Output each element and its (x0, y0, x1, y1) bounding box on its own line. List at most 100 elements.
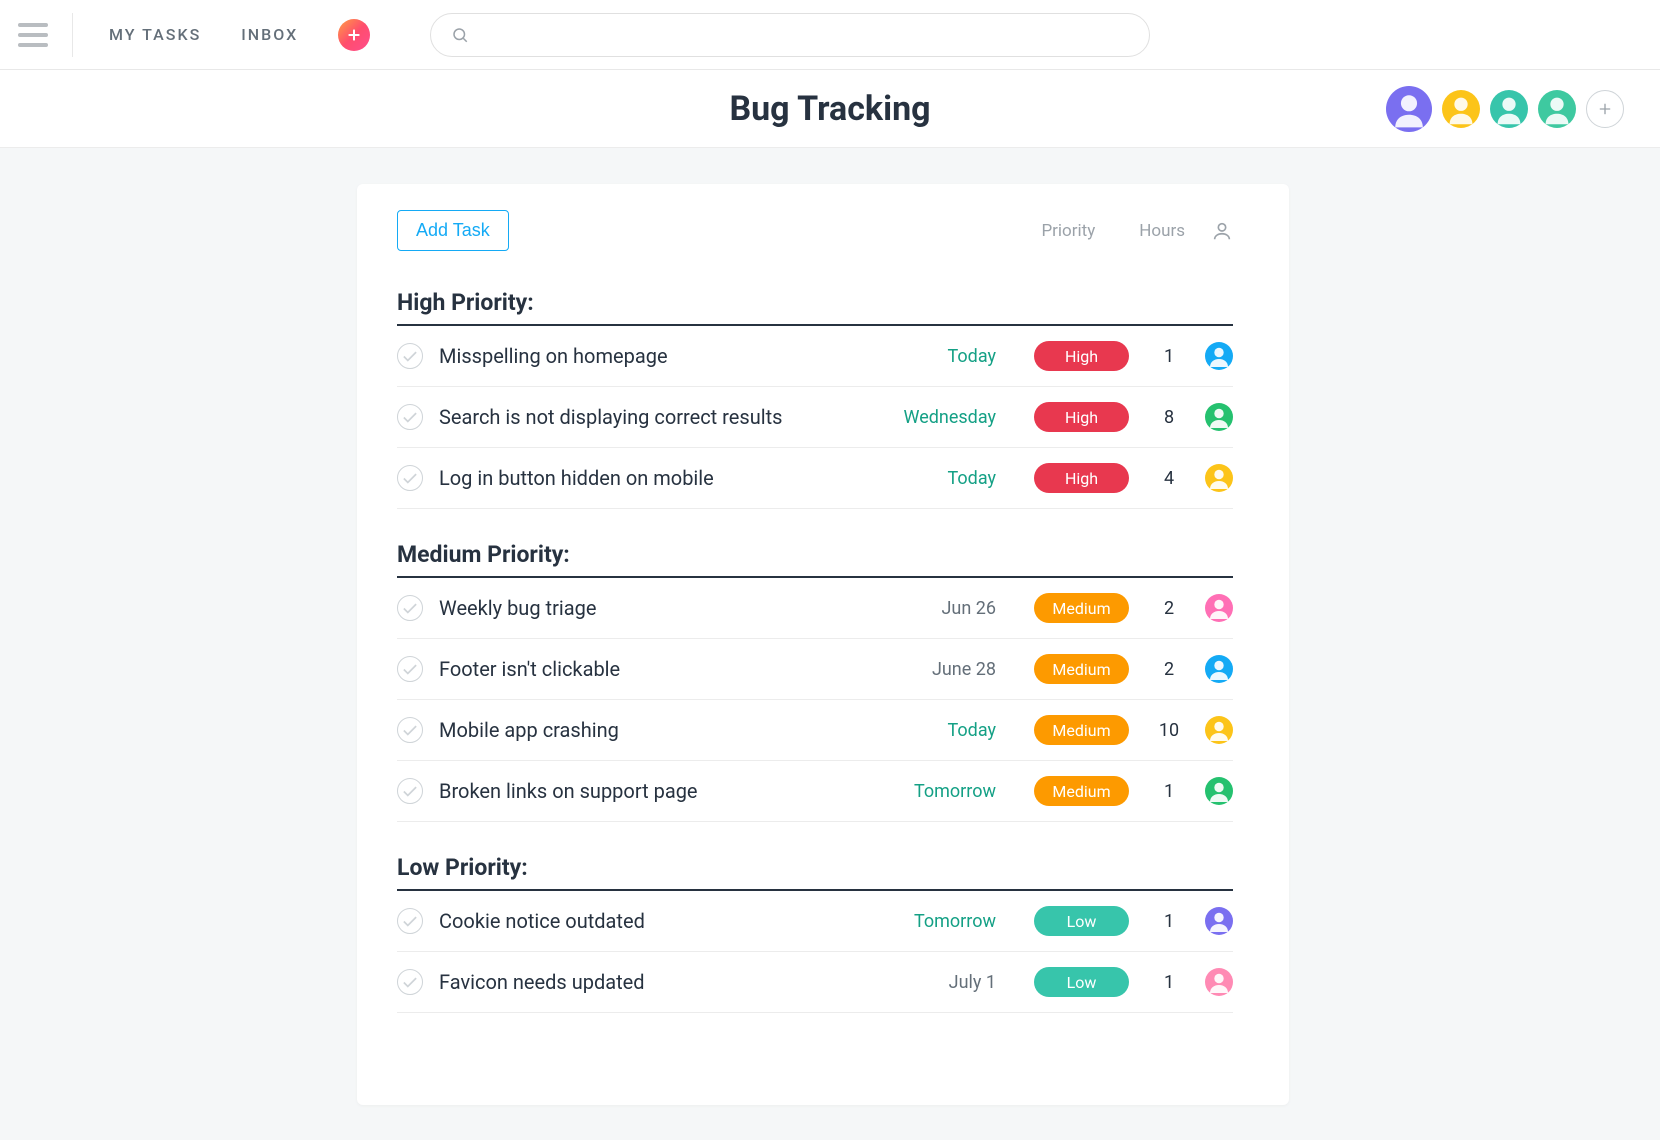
search-field[interactable] (430, 13, 1150, 57)
task-row[interactable]: Broken links on support pageTomorrow Medi… (397, 761, 1233, 822)
priority-pill: Medium (1034, 654, 1129, 684)
task-hours: 1 (1139, 911, 1199, 932)
task-due-date: Today (866, 468, 996, 489)
task-assignee-avatar[interactable] (1205, 403, 1233, 431)
plus-icon (1597, 101, 1613, 117)
task-hours: 4 (1139, 468, 1199, 489)
task-section: Low Priority:Cookie notice outdatedTomor… (397, 854, 1233, 1013)
task-hours: 8 (1139, 407, 1199, 428)
task-title: Misspelling on homepage (439, 344, 866, 368)
check-icon (403, 412, 417, 423)
priority-pill: Medium (1034, 776, 1129, 806)
task-hours: 1 (1139, 781, 1199, 802)
task-assignee-avatar[interactable] (1205, 342, 1233, 370)
member-avatar[interactable] (1490, 90, 1528, 128)
task-assignee-avatar[interactable] (1205, 907, 1233, 935)
task-title: Log in button hidden on mobile (439, 466, 866, 490)
column-header-hours: Hours (1139, 221, 1185, 241)
task-row[interactable]: Footer isn't clickableJune 28 Medium 2 (397, 639, 1233, 700)
task-hours: 1 (1139, 346, 1199, 367)
page-title: Bug Tracking (729, 89, 930, 129)
nav-inbox[interactable]: INBOX (241, 25, 298, 44)
task-title: Broken links on support page (439, 779, 866, 803)
task-hours: 1 (1139, 972, 1199, 993)
task-section: Medium Priority: Weekly bug triageJun 26 M… (397, 541, 1233, 822)
complete-task-checkbox[interactable] (397, 656, 423, 682)
priority-pill: High (1034, 463, 1129, 493)
task-assignee-avatar[interactable] (1205, 464, 1233, 492)
add-button[interactable] (338, 19, 370, 51)
column-header-priority: Priority (1041, 221, 1095, 241)
check-icon (403, 786, 417, 797)
check-icon (403, 473, 417, 484)
section-title: Low Priority: (397, 854, 1233, 891)
task-title: Weekly bug triage (439, 596, 866, 620)
assignee-column-icon (1211, 220, 1233, 242)
task-row[interactable]: Favicon needs updatedJuly 1 Low 1 (397, 952, 1233, 1013)
task-hours: 2 (1139, 659, 1199, 680)
hamburger-menu-icon[interactable] (18, 18, 52, 52)
task-due-date: Today (866, 346, 996, 367)
check-icon (403, 351, 417, 362)
complete-task-checkbox[interactable] (397, 343, 423, 369)
task-title: Favicon needs updated (439, 970, 866, 994)
task-due-date: Tomorrow (866, 781, 996, 802)
subheader: Bug Tracking (0, 70, 1660, 148)
priority-pill: Low (1034, 967, 1129, 997)
check-icon (403, 603, 417, 614)
task-title: Search is not displaying correct results (439, 405, 866, 429)
member-avatar[interactable] (1442, 90, 1480, 128)
task-row[interactable]: Log in button hidden on mobileToday High 4 (397, 448, 1233, 509)
task-title: Mobile app crashing (439, 718, 866, 742)
task-due-date: July 1 (866, 972, 996, 993)
task-assignee-avatar[interactable] (1205, 655, 1233, 683)
task-due-date: Jun 26 (866, 598, 996, 619)
complete-task-checkbox[interactable] (397, 465, 423, 491)
priority-pill: High (1034, 402, 1129, 432)
task-card: Add Task Priority Hours High Priority:Mi… (357, 184, 1289, 1105)
task-hours: 10 (1139, 720, 1199, 741)
task-assignee-avatar[interactable] (1205, 777, 1233, 805)
task-row[interactable]: Cookie notice outdatedTomorrow Low 1 (397, 891, 1233, 952)
task-title: Cookie notice outdated (439, 909, 866, 933)
task-hours: 2 (1139, 598, 1199, 619)
check-icon (403, 916, 417, 927)
check-icon (403, 664, 417, 675)
add-task-button[interactable]: Add Task (397, 210, 509, 251)
complete-task-checkbox[interactable] (397, 908, 423, 934)
member-avatar[interactable] (1538, 90, 1576, 128)
priority-pill: Low (1034, 906, 1129, 936)
task-section: High Priority:Misspelling on homepageTod… (397, 289, 1233, 509)
canvas: Add Task Priority Hours High Priority:Mi… (0, 148, 1660, 1140)
card-header: Add Task Priority Hours (397, 210, 1233, 251)
priority-pill: Medium (1034, 593, 1129, 623)
priority-pill: Medium (1034, 715, 1129, 745)
task-title: Footer isn't clickable (439, 657, 866, 681)
topbar: MY TASKS INBOX (0, 0, 1660, 70)
project-members (1386, 86, 1624, 132)
priority-pill: High (1034, 341, 1129, 371)
complete-task-checkbox[interactable] (397, 404, 423, 430)
task-due-date: Tomorrow (866, 911, 996, 932)
complete-task-checkbox[interactable] (397, 595, 423, 621)
task-row[interactable]: Weekly bug triageJun 26 Medium 2 (397, 578, 1233, 639)
add-member-button[interactable] (1586, 90, 1624, 128)
task-due-date: Wednesday (866, 407, 996, 428)
complete-task-checkbox[interactable] (397, 778, 423, 804)
task-row[interactable]: Search is not displaying correct results… (397, 387, 1233, 448)
task-assignee-avatar[interactable] (1205, 716, 1233, 744)
task-assignee-avatar[interactable] (1205, 594, 1233, 622)
task-assignee-avatar[interactable] (1205, 968, 1233, 996)
complete-task-checkbox[interactable] (397, 969, 423, 995)
task-row[interactable]: Misspelling on homepageToday High 1 (397, 326, 1233, 387)
member-avatar[interactable] (1386, 86, 1432, 132)
search-input[interactable] (481, 26, 1129, 44)
nav-my-tasks[interactable]: MY TASKS (109, 25, 201, 44)
check-icon (403, 977, 417, 988)
task-due-date: June 28 (866, 659, 996, 680)
task-row[interactable]: Mobile app crashingTodayMedium10 (397, 700, 1233, 761)
complete-task-checkbox[interactable] (397, 717, 423, 743)
check-icon (403, 725, 417, 736)
section-title: Medium Priority: (397, 541, 1233, 578)
plus-icon (346, 27, 362, 43)
